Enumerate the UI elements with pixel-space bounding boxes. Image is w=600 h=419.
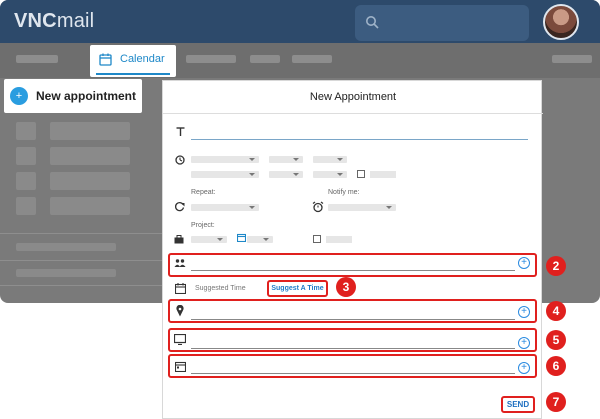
sidebar-divider bbox=[0, 285, 162, 286]
sidebar-placeholder bbox=[16, 122, 36, 140]
callout-box-equipment bbox=[168, 328, 537, 352]
project-select[interactable] bbox=[191, 236, 227, 243]
dialog-divider bbox=[163, 113, 543, 114]
repeat-select[interactable] bbox=[191, 204, 259, 211]
start-time-select[interactable] bbox=[269, 156, 303, 163]
calendar-blank-icon bbox=[175, 283, 186, 294]
search-input[interactable] bbox=[355, 5, 529, 41]
briefcase-icon bbox=[174, 235, 184, 244]
suggest-a-time-button[interactable]: Suggest A Time bbox=[267, 280, 328, 297]
plus-icon: + bbox=[10, 87, 28, 105]
callout-badge-3: 3 bbox=[336, 277, 356, 297]
sidebar-placeholder bbox=[50, 122, 130, 140]
search-icon bbox=[366, 16, 379, 29]
suggested-time-label: Suggested Time bbox=[195, 285, 246, 292]
sidebar-placeholder bbox=[16, 243, 116, 251]
logo-bold-text: VNC bbox=[14, 10, 57, 32]
callout-badge-7: 7 bbox=[546, 392, 566, 412]
logo-rest-text: mail bbox=[56, 10, 95, 32]
calendar-select[interactable] bbox=[247, 236, 273, 243]
start-date-select[interactable] bbox=[191, 156, 259, 163]
title-input[interactable] bbox=[191, 139, 528, 140]
new-appointment-label: New appointment bbox=[36, 89, 137, 103]
end-period-select[interactable] bbox=[313, 171, 347, 178]
top-bar: VNCmail bbox=[0, 0, 600, 43]
sidebar-placeholder bbox=[16, 172, 36, 190]
new-appointment-button[interactable]: + New appointment bbox=[4, 79, 142, 113]
callout-box-attendees bbox=[168, 253, 537, 277]
tab-active-indicator bbox=[96, 73, 170, 75]
callout-box-location bbox=[168, 299, 537, 323]
all-day-checkbox[interactable] bbox=[357, 170, 365, 178]
nav-item-placeholder[interactable] bbox=[16, 55, 58, 63]
sidebar-placeholder bbox=[16, 197, 36, 215]
repeat-icon bbox=[175, 202, 185, 212]
sidebar-placeholder bbox=[50, 197, 130, 215]
sidebar-divider bbox=[0, 260, 162, 261]
tab-calendar-label: Calendar bbox=[120, 53, 165, 65]
nav-item-placeholder[interactable] bbox=[186, 55, 236, 63]
project-label: Project: bbox=[191, 222, 215, 229]
sidebar-placeholder bbox=[50, 172, 130, 190]
callout-badge-4: 4 bbox=[546, 301, 566, 321]
nav-item-placeholder[interactable] bbox=[292, 55, 332, 63]
text-title-icon bbox=[176, 127, 185, 136]
end-date-select[interactable] bbox=[191, 171, 259, 178]
calendar-icon[interactable] bbox=[237, 233, 246, 242]
callout-badge-2: 2 bbox=[546, 256, 566, 276]
avatar[interactable] bbox=[543, 4, 579, 40]
all-day-label bbox=[370, 171, 396, 178]
callout-badge-6: 6 bbox=[546, 356, 566, 376]
clock-icon bbox=[175, 155, 185, 165]
repeat-label: Repeat: bbox=[191, 189, 216, 196]
sidebar-placeholder bbox=[16, 147, 36, 165]
tab-calendar[interactable]: Calendar bbox=[90, 45, 176, 77]
nav-item-placeholder[interactable] bbox=[552, 55, 592, 63]
notify-label: Notify me: bbox=[328, 189, 360, 196]
sidebar-divider bbox=[0, 233, 162, 234]
start-period-select[interactable] bbox=[313, 156, 347, 163]
nav-item-placeholder[interactable] bbox=[250, 55, 280, 63]
dialog-title: New Appointment bbox=[309, 91, 397, 103]
sidebar-placeholder bbox=[16, 269, 116, 277]
private-checkbox[interactable] bbox=[313, 235, 321, 243]
private-label bbox=[326, 236, 352, 243]
end-time-select[interactable] bbox=[269, 171, 303, 178]
callout-badge-5: 5 bbox=[546, 330, 566, 350]
sidebar-placeholder bbox=[50, 147, 130, 165]
callout-box-description bbox=[168, 354, 537, 378]
alarm-clock-icon bbox=[312, 201, 324, 213]
calendar-icon bbox=[99, 53, 112, 66]
send-button[interactable]: SEND bbox=[501, 396, 535, 413]
app-logo[interactable]: VNCmail bbox=[14, 10, 94, 33]
notify-select[interactable] bbox=[328, 204, 396, 211]
